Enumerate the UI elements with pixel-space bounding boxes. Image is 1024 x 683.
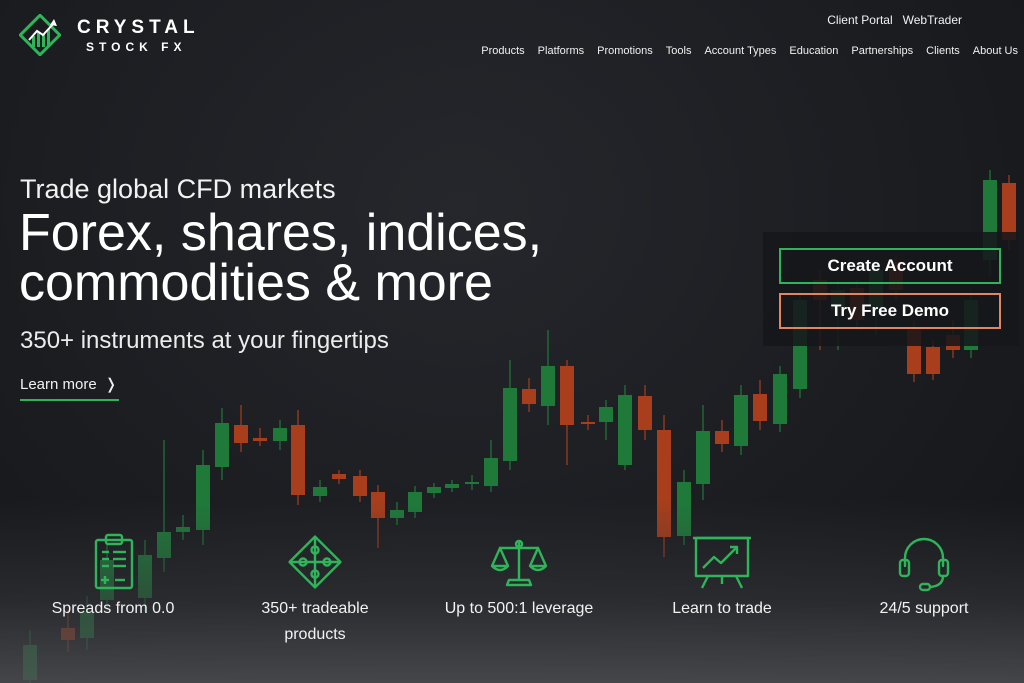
hero-title-line2: commodities & more (19, 254, 493, 312)
candle-down (715, 431, 729, 444)
main-nav: Products Platforms Promotions Tools Acco… (481, 45, 1018, 57)
candle-up (465, 482, 479, 484)
logo-name-line2: STOCK FX (86, 39, 187, 54)
clipboard-icon (94, 533, 134, 590)
hero-subtitle: 350+ instruments at your fingertips (20, 327, 389, 354)
candle-up (273, 428, 287, 441)
feature-learn-to-trade[interactable]: Learn to trade (656, 530, 788, 622)
candle-down (332, 474, 346, 479)
candle-down (522, 389, 536, 404)
create-account-button[interactable]: Create Account (779, 248, 1001, 284)
utility-nav: Client Portal WebTrader (827, 13, 962, 27)
candle-up (696, 431, 710, 484)
presentation-chart-icon (693, 536, 751, 589)
candle-down (291, 425, 305, 495)
logo-diamond-icon (19, 14, 61, 56)
feature-learn-label: Learn to trade (672, 600, 772, 617)
candle-down (638, 396, 652, 430)
feature-products-label-line2: products (284, 626, 346, 643)
feature-support[interactable]: 24/5 support (858, 530, 990, 622)
candle-down (581, 422, 595, 424)
nav-item-partnerships[interactable]: Partnerships (851, 45, 913, 57)
candle-up (445, 484, 459, 488)
client-portal-link[interactable]: Client Portal (827, 13, 892, 27)
logo[interactable]: CRYSTAL STOCK FX (19, 14, 200, 56)
hero-eyebrow: Trade global CFD markets (20, 174, 336, 204)
candle-up (734, 395, 748, 446)
webtrader-link[interactable]: WebTrader (903, 13, 962, 27)
candle-down (353, 476, 367, 496)
learn-more-link[interactable]: Learn more ❭ (20, 375, 119, 401)
nav-item-promotions[interactable]: Promotions (597, 45, 653, 57)
candle-up (599, 407, 613, 422)
nav-item-products[interactable]: Products (481, 45, 524, 57)
logo-name-line1: CRYSTAL (77, 16, 200, 38)
nav-item-platforms[interactable]: Platforms (538, 45, 584, 57)
nav-item-about-us[interactable]: About Us (973, 45, 1018, 57)
candle-up (773, 374, 787, 424)
feature-spreads[interactable]: Spreads from 0.0 (38, 530, 188, 622)
feature-products[interactable]: 350+ tradeable products (240, 530, 390, 648)
feature-spreads-label: Spreads from 0.0 (51, 600, 175, 617)
candle-down (560, 366, 574, 425)
hero-title-line1: Forex, shares, indices, (19, 204, 543, 262)
candle-up (541, 366, 555, 406)
candle-down (926, 347, 940, 374)
candle-up (427, 487, 441, 493)
headset-icon (898, 537, 950, 592)
candle-up (313, 487, 327, 496)
feature-leverage-label: Up to 500:1 leverage (444, 600, 594, 617)
candle-up (215, 423, 229, 467)
nav-item-clients[interactable]: Clients (926, 45, 960, 57)
chevron-right-icon: ❭ (104, 376, 118, 393)
try-free-demo-button[interactable]: Try Free Demo (779, 293, 1001, 329)
nav-item-account-types[interactable]: Account Types (704, 45, 776, 57)
hero-title: Forex, shares, indices, commodities & mo… (19, 204, 619, 312)
candle-up (618, 395, 632, 465)
candle-down (234, 425, 248, 443)
candle-up (484, 458, 498, 486)
learn-more-label: Learn more (20, 376, 97, 393)
cta-panel: Create Account Try Free Demo (763, 232, 1019, 346)
scales-icon (490, 539, 548, 587)
feature-leverage[interactable]: Up to 500:1 leverage (433, 530, 605, 622)
candle-down (753, 394, 767, 421)
nav-item-education[interactable]: Education (789, 45, 838, 57)
puzzle-icon (288, 535, 342, 589)
candle-down (253, 438, 267, 441)
feature-support-label: 24/5 support (879, 600, 969, 617)
candle-up (503, 388, 517, 461)
nav-item-tools[interactable]: Tools (666, 45, 692, 57)
feature-products-label-line1: 350+ tradeable (261, 600, 369, 617)
